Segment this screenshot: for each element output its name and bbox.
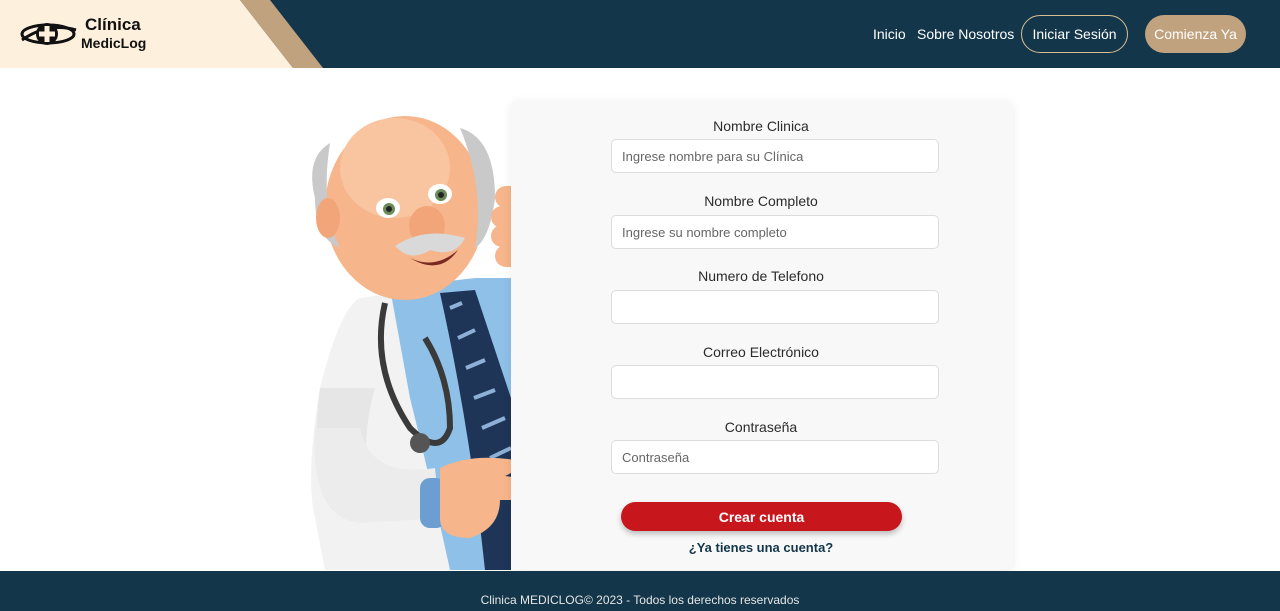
full-name-label: Nombre Completo (704, 193, 818, 209)
clinic-name-label: Nombre Clinica (713, 118, 809, 134)
phone-label: Numero de Telefono (698, 268, 824, 284)
clinic-name-input[interactable] (611, 139, 939, 173)
password-label: Contraseña (724, 419, 798, 435)
navbar: Clínica MedicLog Inicio Sobre Nosotros I… (0, 0, 1280, 68)
nav-inicio-link[interactable]: Inicio (873, 26, 906, 42)
email-input[interactable] (611, 365, 939, 399)
get-started-button[interactable]: Comienza Ya (1145, 15, 1246, 53)
nav-links: Inicio Sobre Nosotros Iniciar Sesión Com… (0, 15, 1280, 53)
full-name-input[interactable] (611, 215, 939, 249)
footer: Clinica MEDICLOG© 2023 - Todos los derec… (0, 571, 1280, 611)
password-input[interactable] (611, 440, 939, 474)
phone-input[interactable] (611, 290, 939, 324)
footer-copyright: Clinica MEDICLOG© 2023 - Todos los derec… (480, 593, 800, 607)
signup-form-card: Nombre Clinica Nombre Completo Numero de… (511, 100, 1013, 570)
nav-sobre-nosotros-link[interactable]: Sobre Nosotros (917, 26, 1014, 42)
have-account-link[interactable]: ¿Ya tienes una cuenta? (611, 540, 911, 555)
login-button[interactable]: Iniciar Sesión (1021, 15, 1128, 53)
create-account-button[interactable]: Crear cuenta (621, 502, 902, 531)
email-label: Correo Electrónico (703, 344, 819, 360)
